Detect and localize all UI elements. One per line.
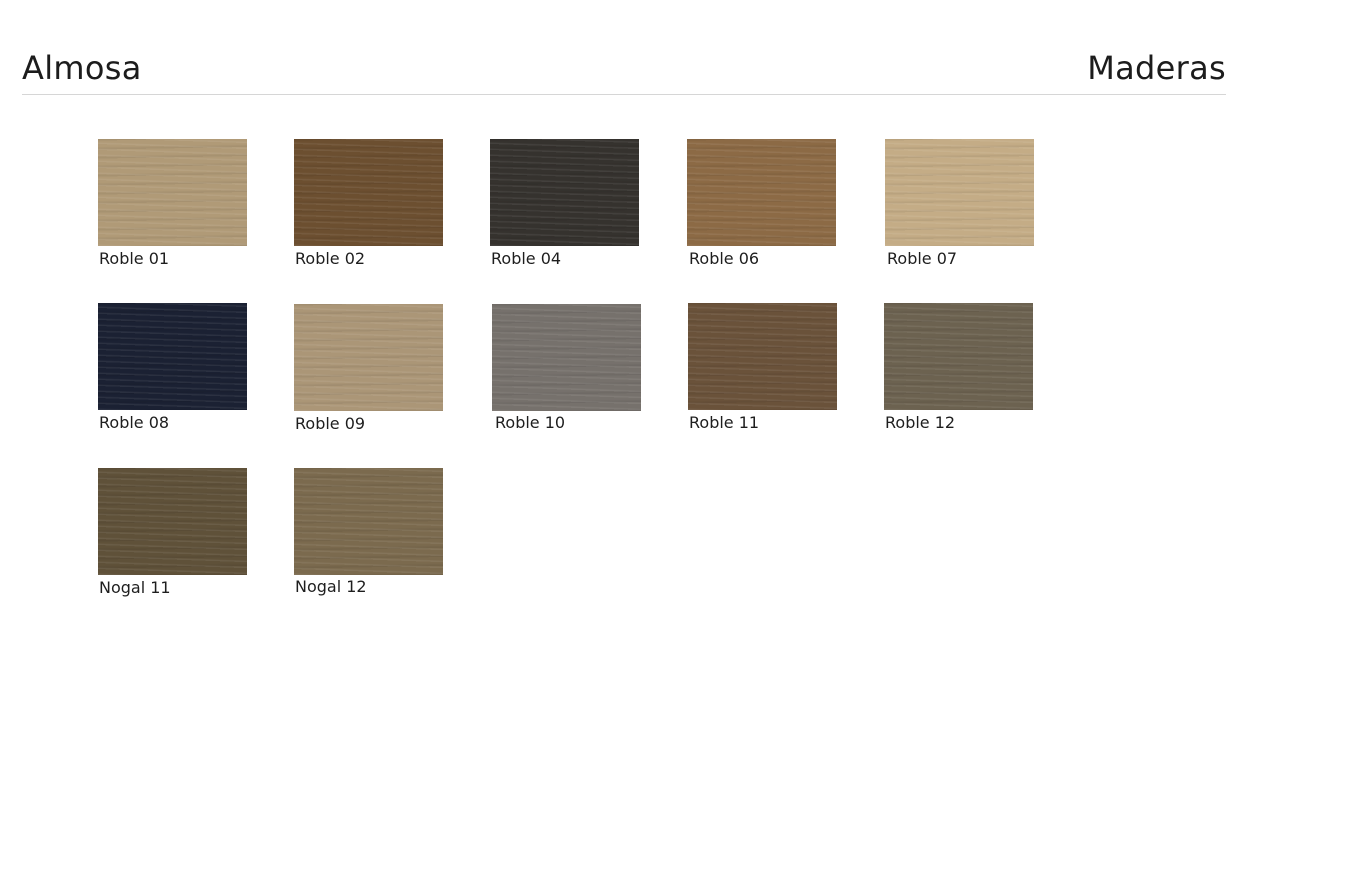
swatch-label: Roble 09 xyxy=(295,414,366,433)
wood-swatch-roble-11 xyxy=(688,303,837,410)
wood-swatch-roble-08 xyxy=(98,303,247,410)
wood-swatch-roble-02 xyxy=(294,139,443,246)
wood-swatch-roble-10 xyxy=(492,304,641,411)
swatch-label: Nogal 12 xyxy=(295,577,367,596)
swatch-label: Roble 12 xyxy=(885,413,956,432)
wood-swatch-roble-04 xyxy=(490,139,639,246)
swatch-label: Roble 07 xyxy=(887,249,958,268)
wood-swatch-nogal-12 xyxy=(294,468,443,575)
swatch-label: Roble 01 xyxy=(99,249,170,268)
product-title: Almosa xyxy=(22,49,142,87)
wood-swatch-roble-01 xyxy=(98,139,247,246)
swatch-label: Roble 04 xyxy=(491,249,562,268)
swatch-label: Roble 08 xyxy=(99,413,170,432)
swatch-label: Roble 11 xyxy=(689,413,760,432)
swatch-label: Roble 10 xyxy=(495,413,566,432)
swatch-label: Roble 02 xyxy=(295,249,366,268)
wood-swatch-roble-12 xyxy=(884,303,1033,410)
wood-swatch-nogal-11 xyxy=(98,468,247,575)
swatch-label: Roble 06 xyxy=(689,249,760,268)
wood-swatch-roble-07 xyxy=(885,139,1034,246)
page-header: Almosa Maderas xyxy=(22,46,1226,95)
swatch-label: Nogal 11 xyxy=(99,578,171,597)
wood-swatch-roble-09 xyxy=(294,304,443,411)
category-title: Maderas xyxy=(1087,49,1226,87)
wood-swatch-roble-06 xyxy=(687,139,836,246)
